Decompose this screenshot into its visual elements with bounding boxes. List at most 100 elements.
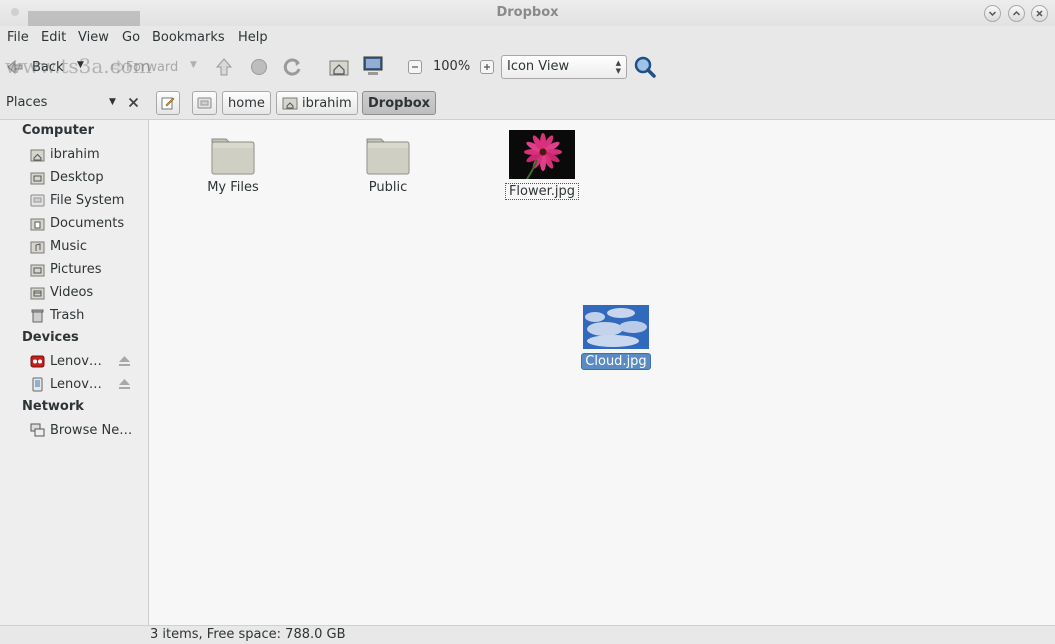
menu-help[interactable]: Help (238, 30, 268, 45)
zoom-out-button[interactable] (408, 60, 422, 74)
zoom-in-button[interactable] (480, 60, 494, 74)
folder-icon (211, 138, 255, 175)
status-text: 3 items, Free space: 788.0 GB (150, 627, 346, 642)
breadcrumb-dropbox-label: Dropbox (368, 95, 431, 111)
zoom-in-icon (484, 64, 490, 70)
sidebar-item-label: Music (50, 238, 87, 254)
music-folder-icon (30, 241, 45, 253)
breadcrumb-ibrahim[interactable]: ibrahim (276, 91, 358, 115)
sidebar-item-desktop[interactable]: Desktop (30, 167, 104, 187)
back-button[interactable]: Back (6, 59, 64, 75)
dropdown-arrow-icon: ▼ (190, 60, 197, 70)
sidebar-item-trash[interactable]: Trash (30, 305, 84, 325)
zoom-out-icon (412, 66, 418, 68)
menu-bookmarks[interactable]: Bookmarks (152, 30, 225, 45)
eject-icon[interactable] (118, 355, 131, 367)
home-folder-icon[interactable] (328, 56, 350, 78)
breadcrumb-root-button[interactable] (192, 91, 217, 115)
sidebar-item-label: Trash (50, 307, 85, 323)
minimize-button[interactable] (984, 5, 1001, 22)
up-arrow-icon[interactable] (215, 57, 233, 77)
videos-folder-icon (30, 287, 45, 299)
sidebar-heading-computer: Computer (22, 123, 95, 138)
eject-icon[interactable] (118, 378, 131, 390)
sidebar-item-label: Desktop (50, 169, 104, 185)
forward-arrow-icon (111, 59, 125, 75)
title-bar: Dropbox (0, 0, 1055, 26)
documents-folder-icon (30, 218, 45, 230)
file-item-public[interactable]: Public (355, 134, 421, 195)
drive-icon (197, 97, 212, 109)
maximize-button[interactable] (1008, 5, 1025, 22)
breadcrumb-home-label: home (228, 95, 265, 111)
menu-view[interactable]: View (78, 30, 109, 45)
back-label: Back (32, 59, 64, 75)
reload-icon[interactable] (283, 57, 303, 77)
file-system-icon (30, 194, 45, 206)
desktop-folder-icon (30, 172, 45, 184)
breadcrumb-dropbox[interactable]: Dropbox (362, 91, 437, 115)
sidebar-item-label: Lenov… (50, 376, 102, 392)
edit-icon (161, 97, 175, 110)
dropdown-arrow-icon: ▼ (77, 60, 84, 70)
sidebar-item-file-system[interactable]: File System (30, 190, 124, 210)
sidebar-heading-devices: Devices (22, 330, 79, 345)
cloud-image-thumbnail (583, 305, 649, 349)
back-history-dropdown[interactable]: ▼ (77, 60, 84, 70)
forward-button[interactable]: Forward (110, 59, 178, 75)
sidebar-item-label: Lenov… (50, 353, 102, 369)
places-dropdown-icon[interactable]: ▼ (109, 97, 116, 107)
sidebar-item-music[interactable]: Music (30, 236, 87, 256)
forward-history-dropdown[interactable]: ▼ (190, 60, 197, 70)
stop-icon[interactable] (250, 58, 268, 76)
phone-device-icon (32, 377, 43, 391)
sidebar-item-documents[interactable]: Documents (30, 213, 124, 233)
back-arrow-icon (7, 59, 23, 75)
menu-go[interactable]: Go (122, 30, 140, 45)
places-header: Places ▼ (0, 87, 149, 120)
view-mode-select[interactable]: Icon View ▲ ▼ (501, 55, 627, 79)
home-folder-icon (282, 97, 298, 110)
sidebar-item-ibrahim[interactable]: ibrahim (30, 144, 100, 164)
close-icon (1036, 10, 1043, 17)
sidebar-heading-network: Network (22, 399, 84, 414)
search-icon[interactable] (633, 55, 657, 79)
folder-icon (366, 138, 410, 175)
sidebar-item-browse-network[interactable]: Browse Ne… (30, 420, 132, 440)
file-item-cloud[interactable]: Cloud.jpg (580, 305, 652, 370)
sidebar-item-label: Videos (50, 284, 94, 300)
status-bar: 3 items, Free space: 788.0 GB (0, 625, 1055, 644)
menu-bar: File Edit View Go Bookmarks Help (0, 26, 1055, 50)
sidebar-item-videos[interactable]: Videos (30, 282, 93, 302)
file-label: Cloud.jpg (581, 353, 651, 370)
sidebar-item-label: File System (50, 192, 125, 208)
file-item-flower[interactable]: Flower.jpg (504, 130, 580, 200)
removable-drive-icon (30, 355, 45, 367)
sidebar-item-label: Documents (50, 215, 125, 231)
file-label: Flower.jpg (504, 183, 580, 200)
file-label: Public (368, 180, 408, 195)
sidebar-item-device-1[interactable]: Lenov… (30, 351, 102, 371)
file-label: My Files (207, 180, 259, 195)
sidebar-item-device-2[interactable]: Lenov… (30, 374, 102, 394)
home-folder-icon (30, 149, 45, 161)
view-mode-value: Icon View (507, 59, 570, 74)
computer-icon[interactable] (362, 55, 384, 77)
window-title: Dropbox (496, 5, 559, 20)
menu-edit[interactable]: Edit (41, 30, 66, 45)
file-icon-view[interactable] (150, 120, 1055, 625)
close-sidebar-icon[interactable] (128, 97, 139, 108)
sidebar-item-pictures[interactable]: Pictures (30, 259, 101, 279)
file-item-my-files[interactable]: My Files (200, 134, 266, 195)
flower-image-thumbnail (509, 130, 575, 180)
sidebar-item-label: ibrahim (50, 146, 100, 162)
breadcrumb-ibrahim-label: ibrahim (302, 95, 352, 111)
toggle-location-entry-button[interactable] (156, 91, 180, 115)
sidebar-item-label: Pictures (50, 261, 102, 277)
breadcrumb-home[interactable]: home (222, 91, 271, 115)
close-button[interactable] (1031, 5, 1048, 22)
forward-label: Forward (126, 59, 179, 75)
pictures-folder-icon (30, 264, 45, 276)
chevron-down-icon (988, 11, 997, 17)
menu-file[interactable]: File (7, 30, 29, 45)
